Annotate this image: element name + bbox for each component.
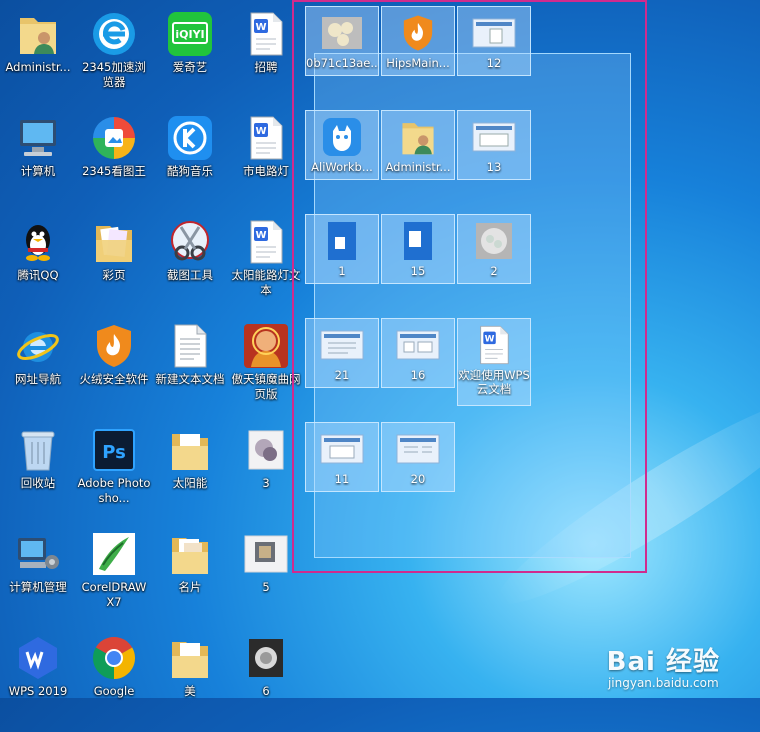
image-thumbnail-icon	[242, 634, 290, 682]
desktop-icon-photoshop[interactable]: Ps Adobe Photosho...	[76, 420, 152, 524]
desktop-icon-coreldraw[interactable]: CorelDRAW X7	[76, 524, 152, 628]
photoshop-icon: Ps	[90, 426, 138, 474]
wps-document-icon: W	[242, 114, 290, 162]
icon-label: 计算机管理	[9, 580, 67, 594]
icon-label: 5	[262, 580, 270, 594]
desktop-icon-qq[interactable]: 腾讯QQ	[0, 212, 76, 316]
svg-text:iQIYI: iQIYI	[175, 28, 204, 41]
desktop-icon-user-folder[interactable]: Administr...	[0, 4, 76, 108]
desktop-icon-huorong[interactable]: 火绒安全软件	[76, 316, 152, 420]
svg-text:W: W	[255, 126, 266, 137]
desktop-icon-mingpian-folder[interactable]: 名片	[152, 524, 228, 628]
icon-label: 2345加速浏览器	[82, 60, 146, 89]
icon-label: 截图工具	[167, 268, 213, 282]
icon-label: 火绒安全软件	[79, 372, 149, 386]
folder-icon	[90, 218, 138, 266]
icon-label: 计算机	[20, 164, 56, 178]
svg-text:W: W	[255, 22, 266, 33]
desktop-icon-iqiyi[interactable]: iQIYI 爱奇艺	[152, 4, 228, 108]
image-viewer-icon	[90, 114, 138, 162]
icon-label: Administr...	[5, 60, 71, 74]
image-thumbnail-icon	[242, 530, 290, 578]
icon-label: 腾讯QQ	[17, 268, 59, 282]
folder-icon	[166, 530, 214, 578]
kugou-icon	[166, 114, 214, 162]
icon-label: CorelDRAW X7	[81, 580, 147, 609]
wps-icon	[14, 634, 62, 682]
wps-document-icon: W	[242, 218, 290, 266]
game-icon	[242, 322, 290, 370]
wps-document-icon: W	[242, 10, 290, 58]
desktop-icon-new-text-doc[interactable]: 新建文本文档	[152, 316, 228, 420]
desktop-icon-taiyangneng-folder[interactable]: 太阳能	[152, 420, 228, 524]
iqiyi-icon: iQIYI	[166, 10, 214, 58]
image-thumbnail-icon	[242, 426, 290, 474]
svg-text:W: W	[255, 230, 266, 241]
icon-label: 彩页	[102, 268, 126, 282]
desktop-icon-2345-browser[interactable]: 2345加速浏览器	[76, 4, 152, 108]
icon-label: 爱奇艺	[172, 60, 208, 74]
icon-label: 6	[262, 684, 270, 698]
computer-management-icon	[14, 530, 62, 578]
desktop-icon-kugou[interactable]: 酷狗音乐	[152, 108, 228, 212]
text-document-icon	[166, 322, 214, 370]
desktop-icon-ie[interactable]: 网址导航	[0, 316, 76, 420]
desktop-icon-computer-management[interactable]: 计算机管理	[0, 524, 76, 628]
watermark-brand: Bai 经验	[606, 647, 720, 677]
icon-label: 名片	[178, 580, 202, 594]
icon-label: 2345看图王	[82, 164, 146, 178]
huorong-shield-icon	[90, 322, 138, 370]
folder-icon	[166, 634, 214, 682]
desktop-icon-computer[interactable]: 计算机	[0, 108, 76, 212]
computer-icon	[14, 114, 62, 162]
icon-label: 回收站	[20, 476, 56, 490]
desktop[interactable]: Administr... 计算机 腾讯QQ 网址导航 回收站 计算机管理 WPS…	[0, 0, 760, 698]
internet-explorer-icon	[14, 322, 62, 370]
icon-label: Adobe Photosho...	[77, 476, 151, 505]
desktop-icon-mei-folder[interactable]: 美	[152, 628, 228, 732]
icon-label: 太阳能	[172, 476, 208, 490]
scissors-icon	[166, 218, 214, 266]
svg-text:Ps: Ps	[102, 442, 126, 463]
browser-e-icon	[90, 10, 138, 58]
desktop-icon-snipping-tool[interactable]: 截图工具	[152, 212, 228, 316]
user-folder-icon	[14, 10, 62, 58]
folder-icon	[166, 426, 214, 474]
qq-penguin-icon	[14, 218, 62, 266]
icon-label: 美	[184, 684, 196, 698]
desktop-icon-image-6[interactable]: 6	[228, 628, 304, 732]
desktop-icon-wps[interactable]: WPS 2019	[0, 628, 76, 732]
icon-label: Google	[93, 684, 135, 698]
desktop-icon-caiye-folder[interactable]: 彩页	[76, 212, 152, 316]
coreldraw-icon	[90, 530, 138, 578]
icon-label: 网址导航	[15, 372, 61, 386]
desktop-icon-google-chrome[interactable]: Google	[76, 628, 152, 732]
desktop-icon-recycle-bin[interactable]: 回收站	[0, 420, 76, 524]
desktop-icon-2345-viewer[interactable]: 2345看图王	[76, 108, 152, 212]
highlight-annotation-box	[292, 0, 647, 573]
recycle-bin-icon	[14, 426, 62, 474]
icon-label: WPS 2019	[8, 684, 68, 698]
chrome-icon	[90, 634, 138, 682]
icon-label: 新建文本文档	[155, 372, 225, 386]
baidu-jingyan-watermark: Bai 经验 jingyan.baidu.com	[607, 641, 720, 690]
icon-label: 酷狗音乐	[167, 164, 213, 178]
watermark-url: jingyan.baidu.com	[607, 676, 719, 690]
